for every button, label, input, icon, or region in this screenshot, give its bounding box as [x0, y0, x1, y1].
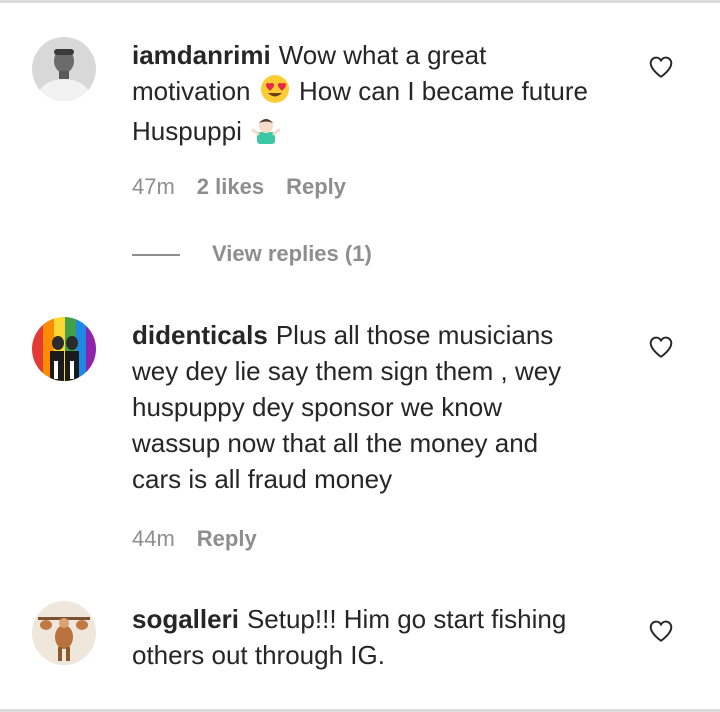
comment-text: didenticals Plus all those musicians wey … [132, 317, 592, 497]
comment-username[interactable]: didenticals [132, 320, 268, 350]
reply-button[interactable]: Reply [286, 174, 346, 199]
avatar[interactable] [32, 317, 96, 381]
comment-username[interactable]: iamdanrimi [132, 40, 271, 70]
top-divider [0, 0, 720, 3]
heart-eyes-emoji [260, 74, 290, 113]
view-replies-label[interactable]: View replies (1) [212, 241, 372, 266]
like-heart-icon[interactable] [648, 334, 674, 360]
avatar[interactable] [32, 601, 96, 665]
avatar[interactable] [32, 37, 96, 101]
comment-text: sogalleri Setup!!! Him go start fishing o… [132, 601, 592, 673]
reply-button[interactable]: Reply [197, 526, 257, 551]
shrug-emoji [251, 114, 281, 153]
comment-meta: 47m 2 likes Reply [132, 174, 368, 200]
like-heart-icon[interactable] [648, 54, 674, 80]
like-heart-icon[interactable] [648, 618, 674, 644]
comment-meta: 44m Reply [132, 526, 279, 552]
replies-dash [132, 254, 180, 257]
likes-count[interactable]: 2 likes [197, 174, 264, 199]
comment-time: 44m [132, 526, 175, 551]
comment-username[interactable]: sogalleri [132, 604, 239, 634]
comment-time: 47m [132, 174, 175, 199]
view-replies-button[interactable]: View replies (1) [132, 241, 372, 267]
comment-text: iamdanrimi Wow what a great motivation Ho… [132, 37, 592, 153]
